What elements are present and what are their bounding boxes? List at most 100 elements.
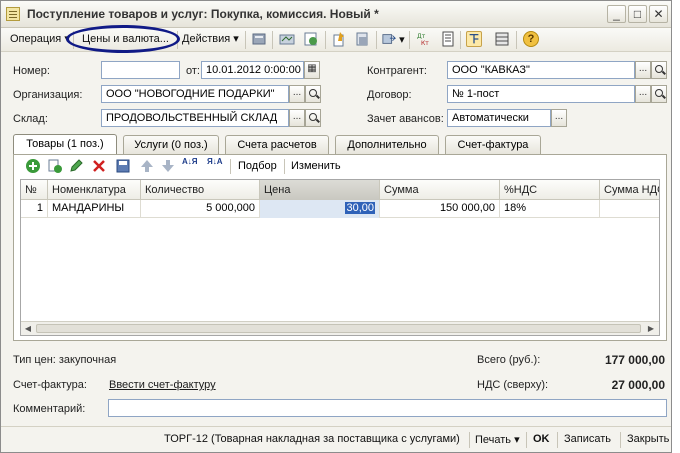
toolbar-divider [272, 31, 273, 49]
organization-select-button[interactable]: ... [289, 85, 305, 103]
torg12-print-button[interactable]: ТОРГ-12 (Товарная накладная за поставщик… [164, 433, 460, 445]
copy-row-icon[interactable] [47, 158, 63, 174]
prices-currency-button[interactable]: Цены и валюта... [82, 32, 169, 49]
contract-field[interactable]: № 1-пост [447, 85, 635, 103]
enter-invoice-link[interactable]: Ввести счет-фактуру [109, 379, 216, 391]
column-header-item[interactable]: Номенклатура [48, 180, 141, 200]
column-header-number[interactable]: № [21, 180, 48, 200]
tab-services[interactable]: Услуги (0 поз.) [123, 135, 219, 154]
toolbar-divider [230, 159, 231, 174]
report-icon[interactable] [440, 31, 456, 47]
print-menu[interactable]: Печать ▾ [475, 433, 520, 446]
scroll-left-icon[interactable]: ◀ [21, 322, 35, 335]
contract-select-button[interactable]: ... [635, 85, 651, 103]
tab-additional[interactable]: Дополнительно [335, 135, 439, 154]
copy-document-icon[interactable] [332, 31, 348, 47]
comment-field[interactable] [108, 399, 667, 417]
column-header-vat-rate[interactable]: %НДС [500, 180, 600, 200]
column-header-quantity[interactable]: Количество [141, 180, 260, 200]
help-icon[interactable]: ? [523, 31, 539, 47]
print-label: Печать [475, 434, 512, 446]
contract-open-icon[interactable] [651, 85, 667, 103]
refresh-icon[interactable] [303, 31, 319, 47]
move-down-icon[interactable] [160, 158, 176, 174]
chevron-down-icon: ▾ [399, 34, 405, 46]
based-on-menu[interactable]: ▾ [382, 32, 405, 49]
actions-label: Действия [182, 33, 231, 45]
bottom-divider [526, 432, 527, 448]
warehouse-open-icon[interactable] [305, 109, 321, 127]
maximize-button[interactable]: □ [628, 5, 647, 23]
structure-icon[interactable] [279, 31, 295, 47]
contract-label: Договор: [367, 89, 412, 101]
date-from-label: от: [186, 65, 200, 77]
cell-sum[interactable]: 150 000,00 [380, 200, 500, 218]
advance-offset-field[interactable]: Автоматически [447, 109, 551, 127]
tab-goods[interactable]: Товары (1 поз.) [13, 134, 117, 155]
organization-open-icon[interactable] [305, 85, 321, 103]
toolbar-divider [325, 31, 326, 49]
debit-credit-icon[interactable]: ДтКт [416, 31, 432, 47]
warehouse-field[interactable]: ПРОДОВОЛЬСТВЕННЫЙ СКЛАД [101, 109, 289, 127]
number-field[interactable] [101, 61, 180, 79]
fill-document-icon[interactable] [354, 31, 370, 47]
cell-price-value: 30,00 [345, 202, 375, 214]
cell-item[interactable]: МАНДАРИНЫ [48, 200, 141, 218]
horizontal-scrollbar[interactable]: ◀ ▶ [21, 321, 659, 335]
sort-descending-icon[interactable]: Я↓А [207, 158, 225, 166]
column-header-vat-sum[interactable]: Сумма НДС [600, 180, 659, 200]
add-row-icon[interactable] [25, 158, 41, 174]
column-header-price[interactable]: Цена [260, 180, 380, 200]
operation-menu[interactable]: Операция ▾ [10, 32, 70, 49]
cell-price[interactable]: 30,00 [260, 200, 380, 218]
main-toolbar: Операция ▾ Цены и валюта... Действия ▾ ▾… [1, 28, 671, 52]
advance-offset-select-button[interactable]: ... [551, 109, 567, 127]
warehouse-label: Склад: [13, 113, 48, 125]
minimize-button[interactable]: _ [607, 5, 626, 23]
edit-row-icon[interactable] [68, 158, 84, 174]
save-row-icon[interactable] [115, 158, 131, 174]
chevron-down-icon: ▾ [514, 434, 520, 446]
scroll-right-icon[interactable]: ▶ [644, 322, 658, 335]
scroll-thumb[interactable] [36, 324, 641, 333]
table-toolbar: А↓Я Я↓А Подбор Изменить [14, 155, 666, 177]
toolbar-divider [376, 31, 377, 49]
columns-icon[interactable] [494, 31, 510, 47]
cell-vat-sum[interactable] [600, 200, 659, 218]
counterparty-select-button[interactable]: ... [635, 61, 651, 79]
close-window-button[interactable]: ✕ [649, 5, 668, 23]
toolbar-divider [409, 31, 410, 49]
sort-ascending-icon[interactable]: А↓Я [182, 158, 200, 166]
date-field[interactable]: 10.01.2012 0:00:00 [201, 61, 304, 79]
cell-quantity[interactable]: 5 000,000 [141, 200, 260, 218]
table-row[interactable]: 1 МАНДАРИНЫ 5 000,000 30,00 150 000,00 1… [21, 200, 659, 218]
counterparty-field[interactable]: ООО "КАВКАЗ" [447, 61, 635, 79]
organization-field[interactable]: ООО "НОВОГОДНИЕ ПОДАРКИ" [101, 85, 289, 103]
goods-table[interactable]: № Номенклатура Количество Цена Сумма %НД… [20, 179, 660, 336]
svg-text:Кт: Кт [421, 40, 429, 47]
close-button[interactable]: Закрыть [627, 433, 669, 445]
tab-invoice[interactable]: Счет-фактура [445, 135, 541, 154]
toolbar-divider [516, 31, 517, 49]
counterparty-open-icon[interactable] [651, 61, 667, 79]
selection-button[interactable]: Подбор [238, 160, 277, 172]
column-header-sum[interactable]: Сумма [380, 180, 500, 200]
move-up-icon[interactable] [139, 158, 155, 174]
create-based-on-icon [382, 34, 397, 44]
bottom-divider [620, 432, 621, 448]
post-document-icon[interactable] [251, 31, 267, 47]
cell-vat-rate[interactable]: 18% [500, 200, 600, 218]
save-button[interactable]: Записать [564, 433, 611, 445]
actions-menu[interactable]: Действия ▾ [182, 32, 239, 49]
calendar-icon[interactable]: ▦ [304, 61, 320, 79]
ok-button[interactable]: OK [533, 433, 550, 445]
bottom-divider [469, 432, 470, 448]
document-window: Поступление товаров и услуг: Покупка, ко… [0, 0, 672, 453]
delete-row-icon[interactable] [91, 158, 107, 174]
toolbar-divider [245, 31, 246, 49]
total-label: Всего (руб.): [477, 354, 541, 366]
tree-view-icon[interactable] [466, 31, 482, 47]
warehouse-select-button[interactable]: ... [289, 109, 305, 127]
change-button[interactable]: Изменить [291, 160, 341, 172]
tab-settlement-accounts[interactable]: Счета расчетов [225, 135, 329, 154]
